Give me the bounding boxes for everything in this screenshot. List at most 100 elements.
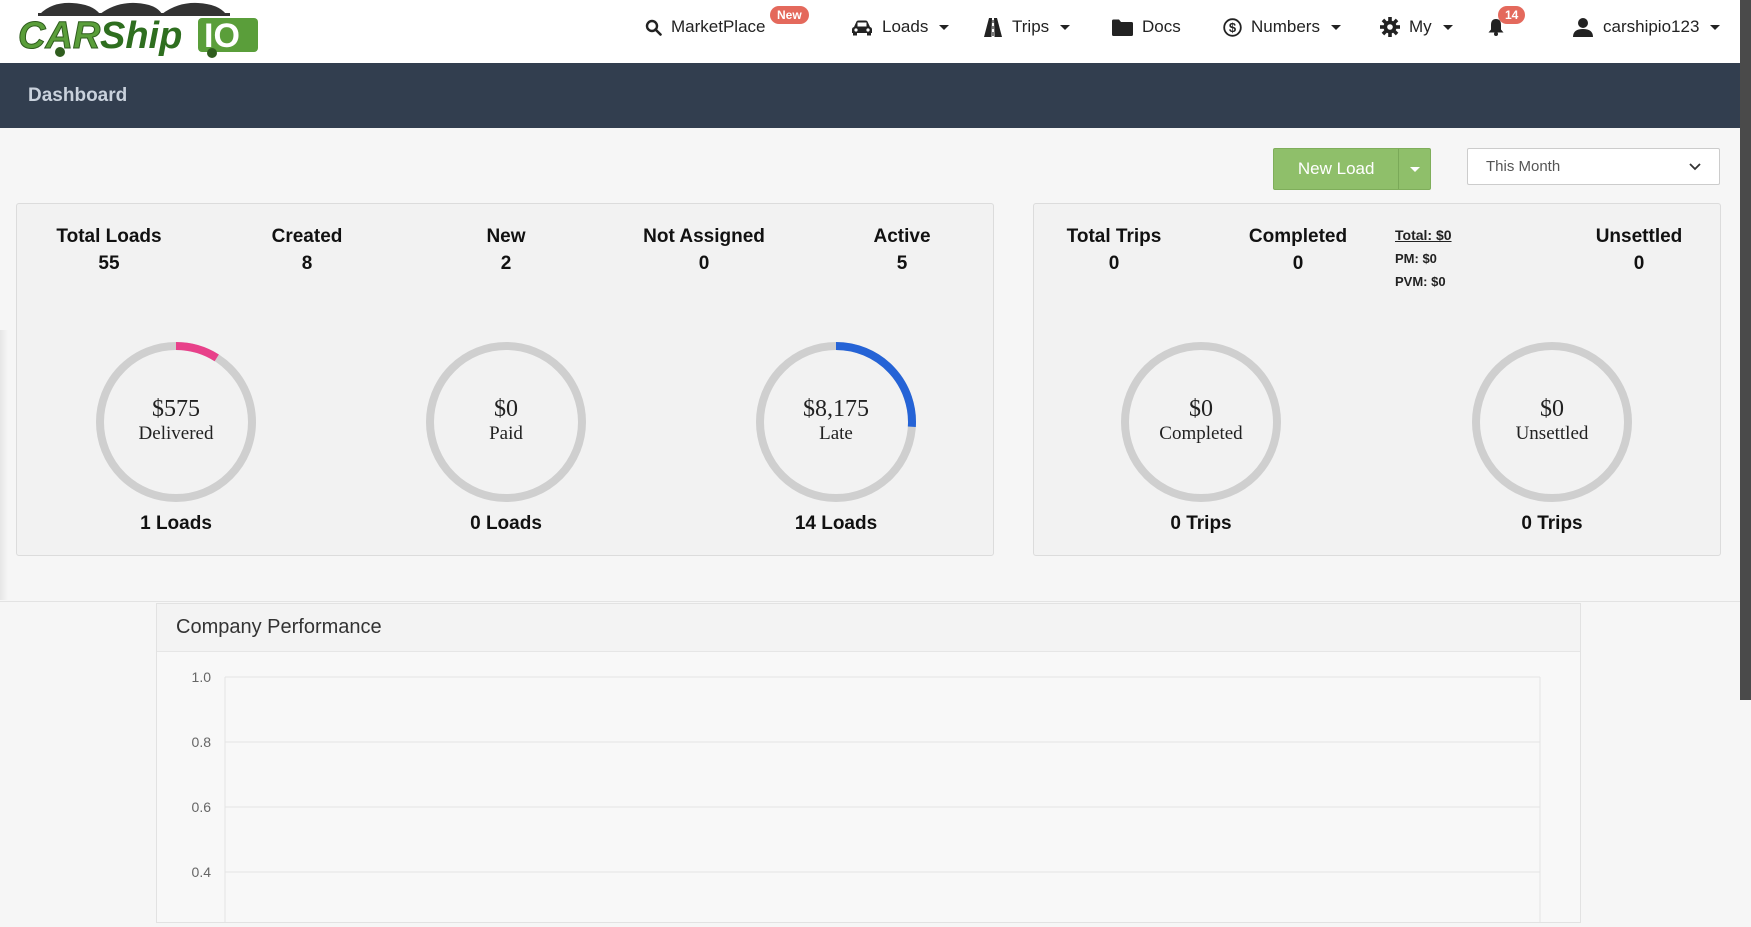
stat-label: Not Assigned [643, 226, 765, 247]
y-tick-label: 0.4 [192, 864, 212, 880]
y-tick-label: 1.0 [192, 669, 212, 685]
period-select[interactable]: This Month [1467, 148, 1720, 185]
nav-my-label: My [1409, 17, 1432, 36]
gauge-amount: $8,175 [803, 396, 869, 422]
chevron-down-icon [1330, 24, 1341, 30]
gauge-amount: $0 [494, 396, 518, 422]
trips-summary-panel: Total Trips 0 Completed 0 Total: $0 PM: … [1033, 203, 1721, 556]
new-load-dropdown-toggle[interactable] [1398, 149, 1430, 189]
stat-value: 2 [500, 253, 512, 274]
search-icon [645, 19, 662, 36]
chevron-down-icon [1409, 166, 1420, 172]
loads-summary-panel: Total Loads 55 Created 8 New 2 Not Assig… [16, 203, 994, 556]
new-load-button[interactable]: New Load [1274, 149, 1398, 189]
gauge-completed[interactable]: $0 Completed [1119, 340, 1283, 504]
stat-value: 5 [896, 253, 908, 274]
nav-my[interactable]: My [1380, 14, 1453, 40]
gauge-footer: 0 Trips [1521, 513, 1583, 534]
gauge-paid[interactable]: $0 Paid [424, 340, 588, 504]
nav-trips-label: Trips [1012, 17, 1050, 36]
y-tick-label: 0.8 [192, 734, 212, 750]
stat-value: 0 [1108, 253, 1120, 274]
svg-text:$: $ [1229, 20, 1237, 35]
stat-label: New [486, 226, 526, 247]
gauge-caption: Unsettled [1515, 423, 1589, 444]
carshipio-logo[interactable]: CAR Ship IO [12, 0, 260, 58]
notifications-count-badge: 14 [1498, 6, 1526, 24]
trip-pvm-value: PVM: $0 [1395, 274, 1446, 289]
car-icon [852, 20, 872, 35]
stat-active[interactable]: Active 5 [873, 226, 930, 275]
stat-value: 0 [1633, 253, 1645, 274]
gauge-late[interactable]: $8,175 Late [754, 340, 918, 504]
nav-loads[interactable]: Loads [851, 14, 950, 40]
nav-user-label: carshipio123 [1603, 17, 1700, 36]
gauge-unsettled[interactable]: $0 Unsettled [1470, 340, 1634, 504]
stat-total-trips[interactable]: Total Trips 0 [1067, 226, 1162, 275]
nav-numbers[interactable]: $ Numbers [1223, 14, 1341, 40]
gear-icon [1380, 17, 1400, 37]
trip-total-link[interactable]: Total: $0 [1395, 224, 1452, 247]
gauge-amount: $0 [1189, 396, 1213, 422]
stat-value: 55 [98, 253, 120, 274]
top-navbar: CAR Ship IO MarketPlace New Loads Trips … [0, 0, 1740, 63]
stat-label: Unsettled [1595, 226, 1683, 247]
page-scrollbar[interactable] [1740, 0, 1751, 700]
stat-value: 0 [698, 253, 710, 274]
stat-label: Total Loads [56, 226, 162, 247]
stat-total-loads[interactable]: Total Loads 55 [56, 226, 161, 275]
trip-totals: Total: $0 PM: $0 PVM: $0 [1395, 224, 1452, 293]
stat-label: Total Trips [1066, 226, 1162, 247]
stat-new[interactable]: New 2 [486, 226, 525, 275]
stat-completed[interactable]: Completed 0 [1249, 226, 1347, 275]
gauge-caption: Delivered [138, 423, 214, 444]
gauge-caption: Paid [489, 423, 523, 444]
nav-numbers-label: Numbers [1251, 17, 1320, 36]
nav-user-menu[interactable]: carshipio123 [1572, 14, 1721, 40]
marketplace-new-badge: New [770, 6, 809, 24]
stat-label: Completed [1248, 226, 1348, 247]
gauge-amount: $575 [152, 396, 200, 422]
nav-docs-label: Docs [1142, 17, 1181, 36]
stat-created[interactable]: Created 8 [272, 226, 343, 275]
company-performance-title: Company Performance [157, 604, 1580, 652]
trip-pm-value: PM: $0 [1395, 251, 1437, 266]
gauge-footer: 0 Trips [1170, 513, 1232, 534]
nav-trips[interactable]: Trips [983, 14, 1071, 40]
nav-loads-label: Loads [882, 17, 929, 36]
gauge-amount: $0 [1540, 396, 1564, 422]
performance-line-chart: 1.0 0.8 0.6 0.4 [192, 669, 1541, 922]
left-edge-shadow [0, 330, 8, 600]
nav-marketplace[interactable]: MarketPlace [645, 14, 765, 40]
stat-label: Created [271, 226, 343, 247]
chevron-down-icon [1442, 24, 1453, 30]
page-title: Dashboard [28, 85, 128, 106]
gauge-caption: Completed [1159, 423, 1243, 444]
gauge-caption: Late [819, 423, 853, 444]
stat-value: 0 [1292, 253, 1304, 274]
chevron-down-icon [1689, 162, 1701, 170]
page-header: Dashboard [0, 63, 1740, 128]
nav-docs[interactable]: Docs [1112, 14, 1181, 40]
company-performance-card: Company Performance 1.0 0.8 0.6 0.4 [156, 603, 1581, 923]
gauge-delivered[interactable]: $575 Delivered [94, 340, 258, 504]
stat-unsettled[interactable]: Unsettled 0 [1596, 226, 1683, 275]
gauge-footer: 14 Loads [794, 513, 878, 534]
period-select-value: This Month [1486, 158, 1561, 175]
user-icon [1573, 18, 1593, 37]
dollar-circle-icon: $ [1223, 17, 1242, 37]
gauge-footer: 1 Loads [140, 513, 212, 534]
stat-value: 8 [301, 253, 313, 274]
folder-icon [1112, 19, 1133, 36]
section-divider [0, 601, 1740, 602]
svg-text:Ship: Ship [100, 15, 182, 57]
gauge-progress-arc [175, 342, 219, 362]
stat-not-assigned[interactable]: Not Assigned 0 [643, 226, 765, 275]
stat-label: Active [873, 226, 931, 247]
chevron-down-icon [1710, 24, 1721, 30]
road-icon [984, 17, 1002, 37]
new-load-split-button: New Load [1273, 148, 1431, 190]
gauge-footer: 0 Loads [470, 513, 542, 534]
nav-marketplace-label: MarketPlace [671, 17, 766, 36]
chevron-down-icon [1060, 24, 1071, 30]
